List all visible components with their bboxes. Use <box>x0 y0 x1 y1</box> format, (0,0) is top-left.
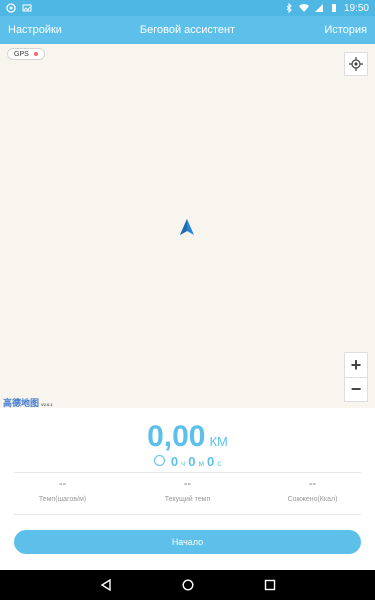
distance-display: 0,00 КМ <box>0 420 375 454</box>
battery-icon <box>331 4 336 12</box>
zoom-in-button[interactable]: + <box>345 353 367 377</box>
home-button[interactable] <box>181 578 195 592</box>
alarm-clock-icon <box>153 455 165 466</box>
distance-value: 0,00 <box>147 420 206 453</box>
stat-value: -- <box>183 478 192 490</box>
map-logo-text: 高德地图 <box>3 398 40 408</box>
stat-label: Темп(шагов/м) <box>38 496 87 503</box>
stat-value: -- <box>58 478 67 490</box>
run-stats-panel: 0,00 КМ 0 ч 0 м 0 с -- Темп(шагов/м) -- Т… <box>0 408 375 570</box>
start-button[interactable]: Начало <box>14 530 361 554</box>
timer-display: 0 ч 0 м 0 с <box>0 454 375 469</box>
bluetooth-icon <box>286 3 292 13</box>
current-location-arrow-icon <box>180 219 194 235</box>
gps-status-dot <box>33 52 38 56</box>
stats-row: -- Темп(шагов/м) -- Текущий темп -- Сожж… <box>0 478 375 512</box>
stat-value: -- <box>308 478 317 490</box>
timer-hours-label: ч <box>181 459 186 468</box>
status-bar: 19:50 <box>0 0 375 16</box>
history-button[interactable]: История <box>324 24 367 36</box>
stat-current-pace: -- Текущий темп <box>125 478 250 512</box>
zoom-control: + − <box>344 352 368 402</box>
distance-unit: КМ <box>209 434 228 449</box>
recents-square-icon <box>264 579 275 591</box>
timer-seconds: 0 <box>206 454 215 469</box>
wifi-icon <box>298 4 309 12</box>
settings-button[interactable]: Настройки <box>8 24 62 36</box>
timer-minutes: 0 <box>188 454 196 469</box>
stat-label: Текущий темп <box>164 496 211 503</box>
divider <box>14 472 361 473</box>
stat-cadence: -- Темп(шагов/м) <box>0 478 125 512</box>
gps-label: GPS <box>14 50 29 58</box>
map-logo-version: V2.0.1 <box>41 402 53 407</box>
map-view[interactable]: GPS + − 高德地图 V2.0.1 <box>0 44 375 408</box>
image-icon <box>22 4 32 12</box>
system-nav-bar <box>0 570 375 600</box>
recents-button[interactable] <box>263 578 277 592</box>
timer-minutes-label: м <box>198 459 204 468</box>
gps-status-badge: GPS <box>7 48 45 60</box>
crosshair-icon <box>349 57 363 71</box>
back-triangle-icon <box>100 579 111 591</box>
sync-icon <box>6 3 16 13</box>
stat-label: Сожжено(Ккал) <box>287 496 338 503</box>
timer-hours: 0 <box>170 454 179 469</box>
back-button[interactable] <box>99 578 113 592</box>
app-bar: Настройки Беговой ассистент История <box>0 16 375 44</box>
signal-icon <box>314 4 323 12</box>
status-time: 19:50 <box>343 2 369 14</box>
locate-me-button[interactable] <box>344 52 368 76</box>
stat-calories: -- Сожжено(Ккал) <box>250 478 375 512</box>
timer-seconds-label: с <box>217 459 222 468</box>
zoom-out-button[interactable]: − <box>345 377 367 401</box>
home-circle-icon <box>181 579 194 591</box>
divider <box>14 514 361 515</box>
